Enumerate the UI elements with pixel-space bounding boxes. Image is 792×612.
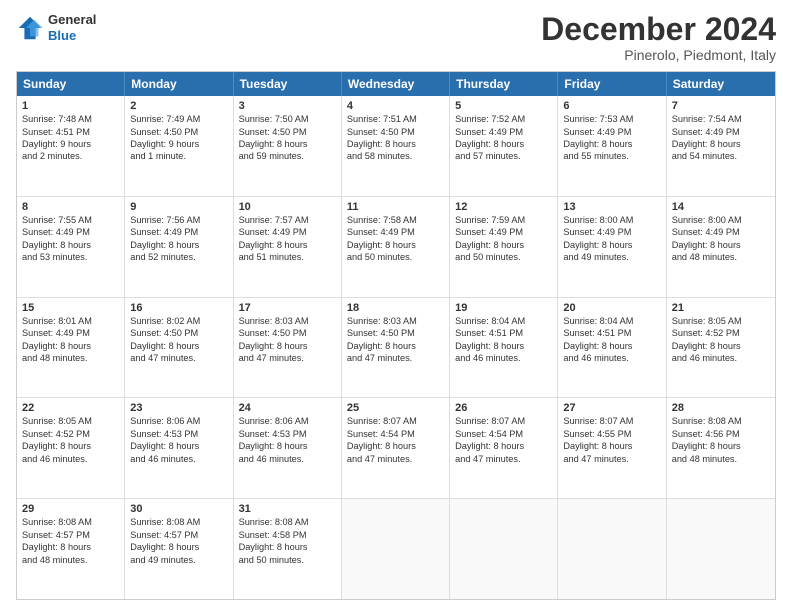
day-8: 8 Sunrise: 7:55 AM Sunset: 4:49 PM Dayli… <box>17 197 125 297</box>
logo-icon <box>16 14 44 42</box>
header-friday: Friday <box>558 72 666 96</box>
week-row-3: 15 Sunrise: 8:01 AM Sunset: 4:49 PM Dayl… <box>17 297 775 398</box>
day-3: 3 Sunrise: 7:50 AM Sunset: 4:50 PM Dayli… <box>234 96 342 196</box>
calendar-body: 1 Sunrise: 7:48 AM Sunset: 4:51 PM Dayli… <box>17 96 775 599</box>
day-20: 20 Sunrise: 8:04 AM Sunset: 4:51 PM Dayl… <box>558 298 666 398</box>
day-11: 11 Sunrise: 7:58 AM Sunset: 4:49 PM Dayl… <box>342 197 450 297</box>
calendar-header: Sunday Monday Tuesday Wednesday Thursday… <box>17 72 775 96</box>
day-19: 19 Sunrise: 8:04 AM Sunset: 4:51 PM Dayl… <box>450 298 558 398</box>
logo-blue: Blue <box>48 28 96 44</box>
header-sunday: Sunday <box>17 72 125 96</box>
day-10: 10 Sunrise: 7:57 AM Sunset: 4:49 PM Dayl… <box>234 197 342 297</box>
day-18: 18 Sunrise: 8:03 AM Sunset: 4:50 PM Dayl… <box>342 298 450 398</box>
day-30: 30 Sunrise: 8:08 AM Sunset: 4:57 PM Dayl… <box>125 499 233 599</box>
title-block: December 2024 Pinerolo, Piedmont, Italy <box>541 12 776 63</box>
logo-general: General <box>48 12 96 28</box>
header-thursday: Thursday <box>450 72 558 96</box>
day-21: 21 Sunrise: 8:05 AM Sunset: 4:52 PM Dayl… <box>667 298 775 398</box>
day-14: 14 Sunrise: 8:00 AM Sunset: 4:49 PM Dayl… <box>667 197 775 297</box>
page: General Blue December 2024 Pinerolo, Pie… <box>0 0 792 612</box>
header-monday: Monday <box>125 72 233 96</box>
empty-cell-2 <box>450 499 558 599</box>
calendar: Sunday Monday Tuesday Wednesday Thursday… <box>16 71 776 600</box>
day-1: 1 Sunrise: 7:48 AM Sunset: 4:51 PM Dayli… <box>17 96 125 196</box>
logo-text: General Blue <box>48 12 96 43</box>
day-5: 5 Sunrise: 7:52 AM Sunset: 4:49 PM Dayli… <box>450 96 558 196</box>
day-29: 29 Sunrise: 8:08 AM Sunset: 4:57 PM Dayl… <box>17 499 125 599</box>
week-row-5: 29 Sunrise: 8:08 AM Sunset: 4:57 PM Dayl… <box>17 498 775 599</box>
day-12: 12 Sunrise: 7:59 AM Sunset: 4:49 PM Dayl… <box>450 197 558 297</box>
empty-cell-3 <box>558 499 666 599</box>
day-13: 13 Sunrise: 8:00 AM Sunset: 4:49 PM Dayl… <box>558 197 666 297</box>
day-2: 2 Sunrise: 7:49 AM Sunset: 4:50 PM Dayli… <box>125 96 233 196</box>
empty-cell-4 <box>667 499 775 599</box>
day-23: 23 Sunrise: 8:06 AM Sunset: 4:53 PM Dayl… <box>125 398 233 498</box>
day-4: 4 Sunrise: 7:51 AM Sunset: 4:50 PM Dayli… <box>342 96 450 196</box>
day-15: 15 Sunrise: 8:01 AM Sunset: 4:49 PM Dayl… <box>17 298 125 398</box>
header-wednesday: Wednesday <box>342 72 450 96</box>
day-22: 22 Sunrise: 8:05 AM Sunset: 4:52 PM Dayl… <box>17 398 125 498</box>
day-7: 7 Sunrise: 7:54 AM Sunset: 4:49 PM Dayli… <box>667 96 775 196</box>
day-26: 26 Sunrise: 8:07 AM Sunset: 4:54 PM Dayl… <box>450 398 558 498</box>
header-tuesday: Tuesday <box>234 72 342 96</box>
day-24: 24 Sunrise: 8:06 AM Sunset: 4:53 PM Dayl… <box>234 398 342 498</box>
day-17: 17 Sunrise: 8:03 AM Sunset: 4:50 PM Dayl… <box>234 298 342 398</box>
week-row-1: 1 Sunrise: 7:48 AM Sunset: 4:51 PM Dayli… <box>17 96 775 196</box>
header-saturday: Saturday <box>667 72 775 96</box>
day-25: 25 Sunrise: 8:07 AM Sunset: 4:54 PM Dayl… <box>342 398 450 498</box>
day-6: 6 Sunrise: 7:53 AM Sunset: 4:49 PM Dayli… <box>558 96 666 196</box>
day-16: 16 Sunrise: 8:02 AM Sunset: 4:50 PM Dayl… <box>125 298 233 398</box>
empty-cell-1 <box>342 499 450 599</box>
day-27: 27 Sunrise: 8:07 AM Sunset: 4:55 PM Dayl… <box>558 398 666 498</box>
day-31: 31 Sunrise: 8:08 AM Sunset: 4:58 PM Dayl… <box>234 499 342 599</box>
month-title: December 2024 <box>541 12 776 47</box>
header: General Blue December 2024 Pinerolo, Pie… <box>16 12 776 63</box>
week-row-4: 22 Sunrise: 8:05 AM Sunset: 4:52 PM Dayl… <box>17 397 775 498</box>
day-28: 28 Sunrise: 8:08 AM Sunset: 4:56 PM Dayl… <box>667 398 775 498</box>
week-row-2: 8 Sunrise: 7:55 AM Sunset: 4:49 PM Dayli… <box>17 196 775 297</box>
logo: General Blue <box>16 12 96 43</box>
day-9: 9 Sunrise: 7:56 AM Sunset: 4:49 PM Dayli… <box>125 197 233 297</box>
location: Pinerolo, Piedmont, Italy <box>541 47 776 63</box>
